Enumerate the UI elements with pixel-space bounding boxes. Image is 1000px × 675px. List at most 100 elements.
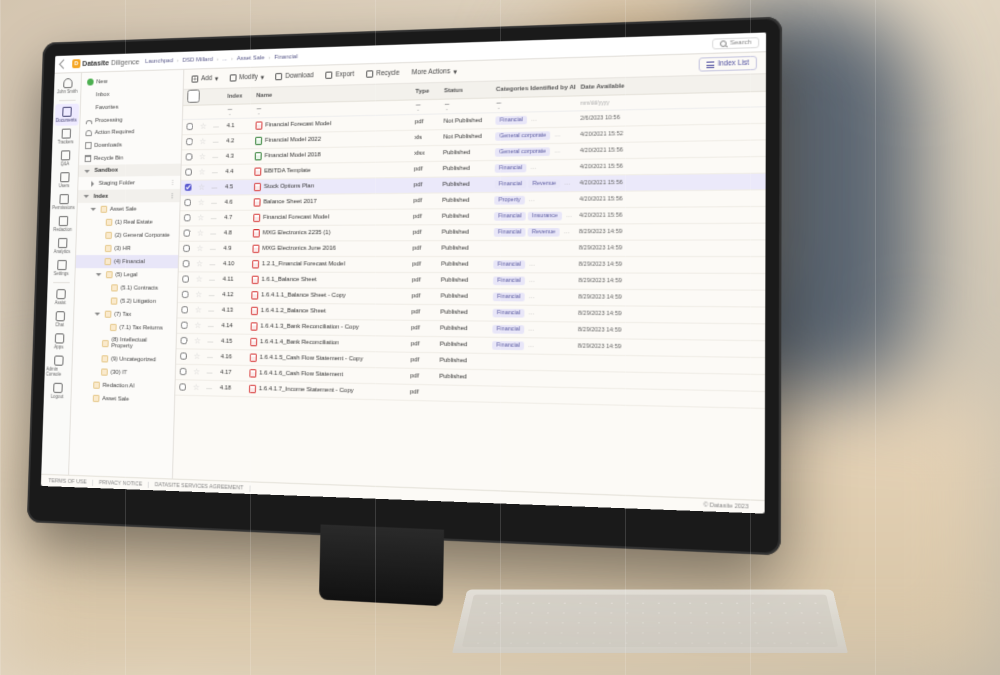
rail-item-admin-console[interactable]: Admin Console — [46, 352, 71, 380]
row-menu-icon[interactable]: ⋯ — [208, 307, 222, 314]
row-menu-icon[interactable]: ⋯ — [212, 153, 226, 160]
table-row[interactable]: ☆⋯4.9MXG Electronics June 2016pdfPublish… — [179, 240, 765, 257]
filter-icon[interactable] — [496, 102, 502, 109]
row-checkbox[interactable] — [181, 321, 188, 328]
favorite-icon[interactable]: ☆ — [196, 260, 204, 268]
rail-item-apps[interactable]: Apps — [47, 330, 72, 353]
row-name[interactable]: 1.6.4.1.1_Balance Sheet - Copy — [251, 291, 411, 300]
tree-item[interactable]: (5.1) Contracts — [75, 281, 178, 295]
favorite-icon[interactable]: ☆ — [200, 123, 208, 131]
row-checkbox[interactable] — [184, 198, 191, 205]
col-name[interactable]: Name — [256, 88, 415, 98]
rail-item-analytics[interactable]: Analytics — [50, 235, 75, 257]
more-icon[interactable]: ⋮ — [170, 179, 175, 186]
row-checkbox[interactable] — [183, 229, 190, 236]
row-menu-icon[interactable]: ⋯ — [213, 138, 227, 145]
row-name[interactable]: MXG Electronics 2235 (1) — [253, 229, 413, 238]
row-checkbox[interactable] — [180, 336, 187, 343]
col-index[interactable]: Index — [227, 93, 256, 100]
back-icon[interactable] — [59, 59, 68, 69]
row-name[interactable]: 1.6.4.1.5_Cash Flow Statement - Copy — [250, 354, 411, 365]
favorite-icon[interactable]: ☆ — [193, 384, 201, 392]
footer-link[interactable]: TERMS OF USE — [48, 478, 93, 486]
tree-item[interactable]: (7.1) Tax Returns — [74, 320, 177, 334]
favorite-icon[interactable]: ☆ — [196, 276, 204, 284]
tree-item[interactable]: (3) HR — [76, 242, 178, 255]
row-name[interactable]: Financial Forecast Model — [255, 118, 414, 130]
row-menu-icon[interactable]: ⋯ — [211, 215, 225, 222]
row-name[interactable]: 1.6.4.1.7_Income Statement - Copy — [249, 385, 410, 397]
tree-item[interactable]: (7) Tax — [74, 307, 177, 321]
download-button[interactable]: Download — [275, 72, 313, 80]
row-name[interactable]: Balance Sheet 2017 — [254, 197, 414, 207]
row-checkbox[interactable] — [185, 168, 192, 175]
date-filter-input[interactable]: mm/dd/yyyy — [580, 99, 634, 107]
row-name[interactable]: MXG Electronics June 2016 — [252, 244, 412, 253]
favorite-icon[interactable]: ☆ — [195, 291, 203, 299]
row-name[interactable]: Financial Model 2022 — [255, 134, 415, 145]
rail-item-redaction[interactable]: Redaction — [51, 213, 76, 235]
col-status[interactable]: Status — [444, 86, 496, 94]
row-checkbox[interactable] — [186, 153, 193, 160]
rail-item-documents[interactable]: Documents — [54, 104, 78, 126]
add-button[interactable]: Add ▾ — [191, 74, 218, 83]
favorite-icon[interactable]: ☆ — [198, 184, 206, 192]
row-checkbox[interactable] — [182, 275, 189, 282]
rail-item-trackers[interactable]: Trackers — [54, 125, 78, 147]
favorite-icon[interactable]: ☆ — [194, 322, 202, 330]
rail-item-assist[interactable]: Assist — [48, 286, 73, 308]
more-icon[interactable]: ⋮ — [169, 192, 174, 199]
tree-item[interactable]: Asset Sale — [77, 202, 179, 216]
row-menu-icon[interactable]: ⋯ — [208, 322, 222, 329]
rail-item-logout[interactable]: Logout — [45, 380, 70, 403]
tree-item[interactable]: (5) Legal — [75, 268, 178, 281]
row-name[interactable]: Financial Forecast Model — [253, 213, 413, 222]
col-type[interactable]: Type — [415, 88, 444, 95]
favorite-icon[interactable]: ☆ — [193, 368, 201, 376]
tree-item[interactable]: (2) General Corporate — [77, 229, 179, 242]
search-input[interactable]: Search — [712, 37, 759, 49]
rail-item-q&a[interactable]: Q&A — [53, 147, 77, 169]
filter-icon[interactable] — [444, 103, 450, 109]
favorite-icon[interactable]: ☆ — [197, 214, 205, 222]
row-name[interactable]: 1.6.4.1.3_Bank Reconciliation - Copy — [251, 322, 412, 332]
select-all-checkbox[interactable] — [187, 89, 200, 102]
table-row[interactable]: ☆⋯4.101.2.1_Financial Forecast ModelpdfP… — [179, 257, 766, 274]
row-menu-icon[interactable]: ⋯ — [207, 338, 221, 345]
row-menu-icon[interactable]: ⋯ — [210, 230, 224, 237]
row-menu-icon[interactable]: ⋯ — [211, 184, 225, 191]
row-checkbox[interactable] — [186, 138, 193, 145]
favorite-icon[interactable]: ☆ — [197, 229, 205, 237]
rail-user[interactable]: John Smith — [55, 75, 79, 97]
row-name[interactable]: 1.6.4.1.4_Bank Reconciliation — [250, 338, 411, 349]
table-row[interactable]: ☆⋯4.8MXG Electronics 2235 (1)pdfPublishe… — [179, 224, 765, 242]
export-button[interactable]: Export — [325, 71, 354, 79]
more-actions-button[interactable]: More Actions ▾ — [412, 67, 457, 77]
row-checkbox[interactable] — [179, 383, 186, 390]
index-list-button[interactable]: Index List — [699, 56, 757, 72]
row-menu-icon[interactable]: ⋯ — [209, 261, 223, 268]
favorite-icon[interactable]: ☆ — [195, 306, 203, 314]
breadcrumb[interactable]: Launchpad› DSD Millard› ...› Asset Sale›… — [145, 54, 298, 65]
row-name[interactable]: 1.6.4.1.6_Cash Flow Statement — [249, 369, 410, 380]
row-checkbox[interactable] — [184, 214, 191, 221]
row-checkbox[interactable] — [183, 244, 190, 251]
favorite-icon[interactable]: ☆ — [198, 168, 206, 176]
footer-link[interactable]: DATASITE SERVICES AGREEMENT — [155, 481, 251, 491]
rail-item-users[interactable]: Users — [52, 169, 76, 191]
filter-icon[interactable] — [256, 108, 262, 114]
sidebar-item-staging[interactable]: Staging Folder⋮ — [78, 176, 180, 190]
row-checkbox[interactable] — [185, 183, 192, 190]
row-menu-icon[interactable]: ⋯ — [207, 353, 221, 360]
row-checkbox[interactable] — [182, 290, 189, 297]
tree-item[interactable]: (1) Real Estate — [77, 215, 179, 229]
row-menu-icon[interactable]: ⋯ — [207, 369, 221, 377]
row-menu-icon[interactable]: ⋯ — [211, 199, 225, 206]
rail-item-permissions[interactable]: Permissions — [51, 191, 76, 213]
favorite-icon[interactable]: ☆ — [193, 353, 201, 361]
modify-button[interactable]: Modify ▾ — [230, 73, 264, 82]
row-checkbox[interactable] — [180, 352, 187, 359]
row-menu-icon[interactable]: ⋯ — [210, 245, 224, 252]
filter-icon[interactable] — [415, 104, 421, 110]
row-menu-icon[interactable]: ⋯ — [209, 276, 223, 283]
